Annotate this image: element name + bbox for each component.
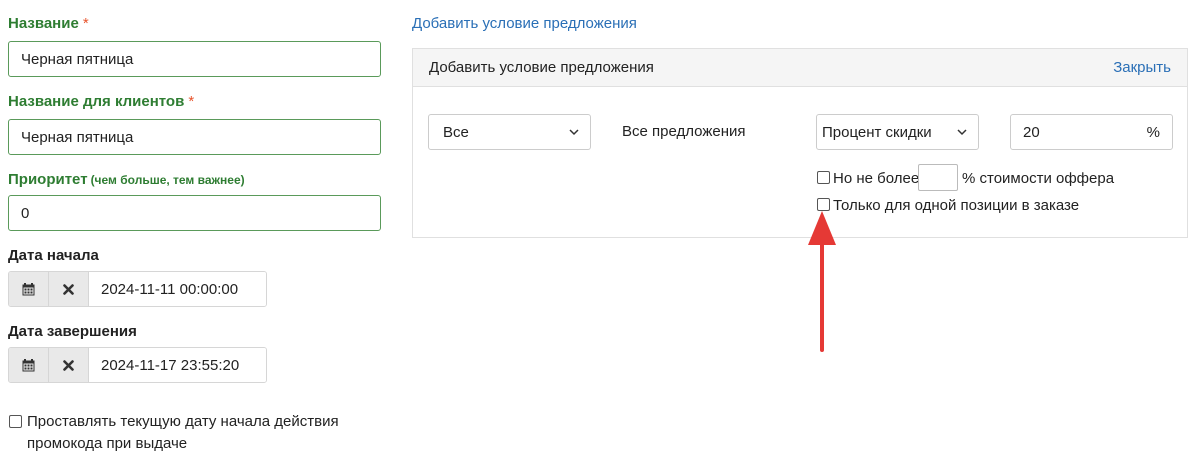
name-label-text: Название: [8, 15, 79, 32]
single-position-label: Только для одной позиции в заказе: [833, 197, 1080, 214]
start-date-input[interactable]: [89, 272, 266, 306]
condition-panel-header: Добавить условие предложения Закрыть: [413, 49, 1187, 87]
scope-select-value: Все: [443, 123, 469, 141]
priority-input[interactable]: [8, 195, 381, 231]
start-date-label: Дата начала: [8, 247, 99, 264]
max-limit-suffix: % стоимости оффера: [962, 170, 1115, 187]
close-icon: [63, 283, 74, 295]
discount-type-select[interactable]: Процент скидки: [816, 114, 979, 150]
set-current-date-label: Проставлять текущую дату начала действия…: [27, 413, 339, 452]
discount-value-group: %: [1010, 114, 1173, 150]
close-link[interactable]: Закрыть: [1113, 59, 1171, 76]
start-date-clear-button[interactable]: [49, 272, 89, 306]
max-limit-input[interactable]: [918, 164, 958, 191]
arrow-up-icon: [808, 211, 836, 352]
priority-label: Приоритет (чем больше, тем важнее): [8, 171, 245, 189]
start-date-calendar-button[interactable]: [9, 272, 49, 306]
chevron-down-icon: [957, 129, 967, 136]
client-name-label-text: Название для клиентов: [8, 93, 185, 110]
end-date-group: [8, 347, 267, 383]
client-name-input[interactable]: [8, 119, 381, 155]
end-date-input[interactable]: [89, 348, 266, 382]
priority-label-text: Приоритет: [8, 171, 88, 188]
discount-type-value: Процент скидки: [822, 123, 932, 141]
discount-unit: %: [1146, 123, 1160, 141]
priority-hint: (чем больше, тем важнее): [90, 173, 245, 187]
end-date-clear-button[interactable]: [49, 348, 89, 382]
end-date-calendar-button[interactable]: [9, 348, 49, 382]
end-date-label: Дата завершения: [8, 323, 137, 340]
scope-select[interactable]: Все: [428, 114, 591, 150]
name-input[interactable]: [8, 41, 381, 77]
set-current-date-checkbox[interactable]: [9, 415, 22, 428]
required-mark: *: [82, 15, 89, 32]
add-condition-link[interactable]: Добавить условие предложения: [412, 15, 637, 32]
calendar-icon: [22, 358, 35, 371]
scope-text: Все предложения: [622, 123, 746, 140]
max-limit-checkbox[interactable]: [817, 171, 830, 184]
chevron-down-icon: [569, 129, 579, 136]
close-icon: [63, 359, 74, 371]
condition-panel-title: Добавить условие предложения: [429, 59, 654, 76]
start-date-group: [8, 271, 267, 307]
client-name-label: Название для клиентов *: [8, 93, 194, 111]
discount-value-input[interactable]: [1023, 123, 1113, 141]
max-limit-prefix: Но не более: [833, 170, 920, 187]
required-mark: *: [188, 93, 195, 110]
calendar-icon: [22, 282, 35, 295]
name-label: Название *: [8, 15, 89, 33]
